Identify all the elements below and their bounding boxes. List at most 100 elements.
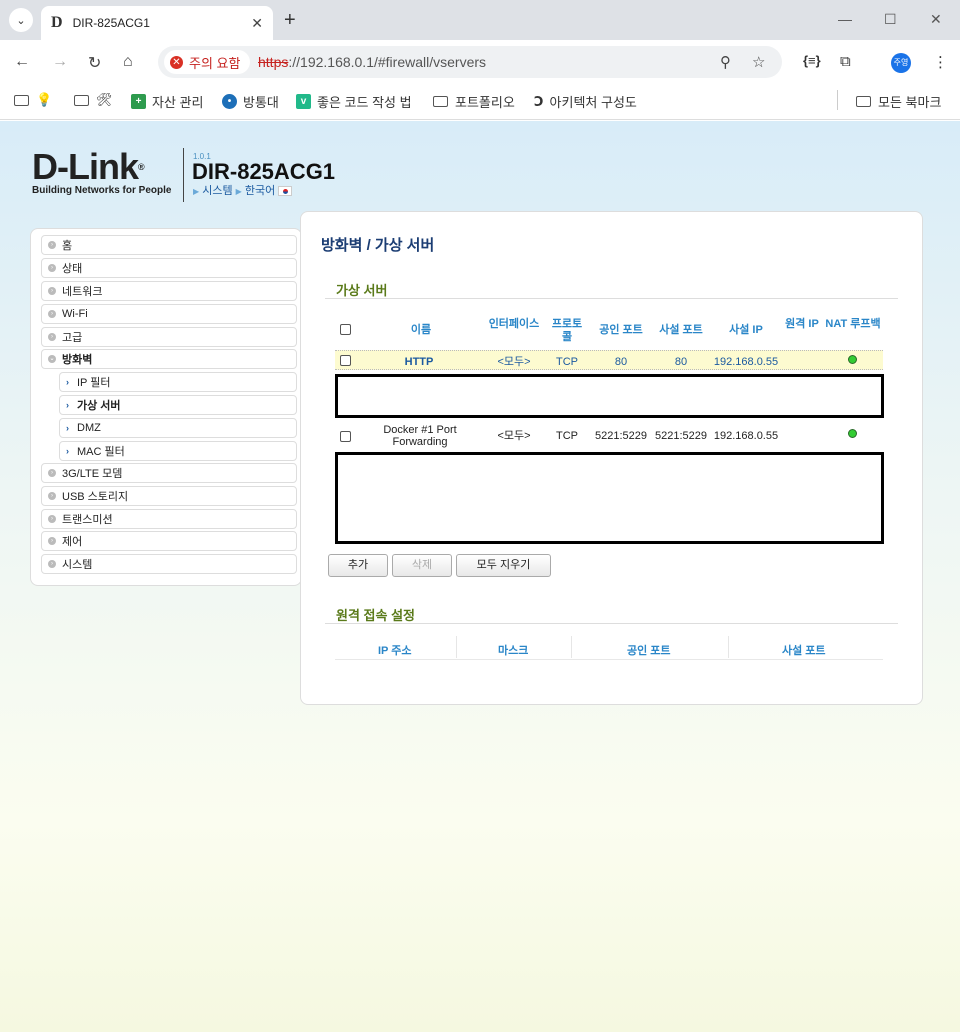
home-icon[interactable]: ⌂ xyxy=(123,53,133,71)
browser-tab[interactable]: D DIR-825ACG1 ✕ xyxy=(41,6,273,40)
browser-toolbar: ← → ↻ ⌂ ✕ 주의 요함 https://192.168.0.1/#fir… xyxy=(0,40,960,84)
bullet-icon: › xyxy=(48,492,56,500)
menu-item-transmission[interactable]: › 트랜스미션 xyxy=(41,509,297,529)
menu-item-usb[interactable]: › USB 스토리지 xyxy=(41,486,297,506)
col-header-private-port[interactable]: 사설 포트 xyxy=(652,324,710,337)
menu-item-ip-filter[interactable]: › IP 필터 xyxy=(59,372,297,392)
bookmark-label: 모든 북마크 xyxy=(878,95,942,110)
col-header-public-port[interactable]: 공인 포트 xyxy=(627,642,671,658)
minimize-icon[interactable]: — xyxy=(838,11,852,27)
bookmark-asset-mgmt[interactable]: + 자산 관리 xyxy=(131,92,203,111)
cell-interface: <모두> xyxy=(497,430,531,442)
logo-text: D-Link xyxy=(32,146,139,187)
devtools-extension-icon[interactable]: {≡} xyxy=(803,53,821,68)
back-arrow-icon[interactable]: ← xyxy=(14,53,30,71)
menu-item-firewall[interactable]: ⌄ 방화벽 xyxy=(41,349,297,369)
col-header-mask[interactable]: 마스크 xyxy=(498,642,528,658)
profile-avatar[interactable]: 주영 xyxy=(891,53,911,73)
maximize-icon[interactable]: ☐ xyxy=(884,11,897,28)
bookmark-knou[interactable]: • 방통대 xyxy=(222,92,279,111)
cell-name[interactable]: Docker #1 Port Forwarding xyxy=(377,424,463,448)
col-header-private-port[interactable]: 사설 포트 xyxy=(782,642,826,658)
bookmark-all[interactable]: 모든 북마크 xyxy=(856,92,941,111)
asset-site-icon: + xyxy=(131,94,146,109)
col-header-protocol[interactable]: 프로토콜 xyxy=(547,318,587,344)
bookmark-architecture[interactable]: Ↄ 아키텍처 구성도 xyxy=(534,92,637,111)
bullet-icon: › xyxy=(48,537,56,545)
cell-private-port: 80 xyxy=(674,356,688,368)
kebab-menu-icon[interactable]: ⋮ xyxy=(933,53,948,71)
column-divider xyxy=(571,636,572,658)
zoom-icon[interactable]: ⚲ xyxy=(720,53,731,71)
bookmark-folder-ideas[interactable]: 💡 xyxy=(14,92,52,108)
menu-item-home[interactable]: › 홈 xyxy=(41,235,297,255)
menu-item-wifi[interactable]: › Wi-Fi xyxy=(41,304,297,324)
browser-tab-strip: ⌄ D DIR-825ACG1 ✕ + — ☐ ✕ xyxy=(0,0,960,40)
chevron-right-icon: › xyxy=(66,446,69,456)
korea-flag-icon xyxy=(278,186,293,197)
menu-item-network[interactable]: › 네트워크 xyxy=(41,281,297,301)
cell-public-port: 5221:5229 xyxy=(595,430,647,442)
new-tab-button[interactable]: + xyxy=(284,9,296,32)
security-chip[interactable]: ✕ 주의 요함 xyxy=(164,50,251,74)
close-icon[interactable]: ✕ xyxy=(251,15,263,32)
bullet-icon: › xyxy=(48,241,56,249)
lightbulb-icon: 💡 xyxy=(36,92,53,107)
warning-icon: ✕ xyxy=(170,55,183,69)
bookmark-folder-portfolio[interactable]: 포트폴리오 xyxy=(433,92,515,111)
section-title-remote: 원격 접속 설정 xyxy=(336,608,415,623)
cell-protocol: TCP xyxy=(556,356,578,368)
url-rest: ://192.168.0.1/#firewall/vservers xyxy=(288,54,487,70)
reload-icon[interactable]: ↻ xyxy=(88,53,101,73)
address-bar[interactable]: ✕ 주의 요함 https://192.168.0.1/#firewall/vs… xyxy=(158,46,782,78)
delete-button[interactable]: 삭제 xyxy=(392,554,452,577)
page-title: 방화벽 / 가상 서버 xyxy=(321,237,435,254)
menu-label: 가상 서버 xyxy=(77,400,121,412)
row-checkbox[interactable] xyxy=(340,355,351,366)
menu-item-mac-filter[interactable]: › MAC 필터 xyxy=(59,441,297,461)
add-button[interactable]: 추가 xyxy=(328,554,388,577)
bookmark-good-code[interactable]: v 좋은 코드 작성 법 xyxy=(296,92,412,111)
folder-icon xyxy=(856,96,871,107)
col-header-nat-loopback[interactable]: NAT 루프백 xyxy=(825,318,881,331)
bookmark-folder-tools[interactable]: 🛠 xyxy=(74,92,113,108)
menu-item-system[interactable]: › 시스템 xyxy=(41,554,297,574)
table-row[interactable]: HTTP <모두> TCP 80 80 192.168.0.55 xyxy=(335,350,883,370)
cell-private-port: 5221:5229 xyxy=(655,430,707,442)
menu-item-advanced[interactable]: › 고급 xyxy=(41,327,297,347)
url-text[interactable]: https://192.168.0.1/#firewall/vservers xyxy=(258,54,486,70)
menu-item-dmz[interactable]: › DMZ xyxy=(59,418,297,438)
bullet-icon: › xyxy=(48,515,56,523)
row-checkbox[interactable] xyxy=(340,431,351,442)
content-panel: 방화벽 / 가상 서버 가상 서버 이름 인터페이스 프로토콜 공인 포트 사설… xyxy=(300,211,923,705)
col-header-remote-ip[interactable]: 원격 IP xyxy=(785,318,819,331)
crumb-system[interactable]: 시스템 xyxy=(202,185,232,197)
menu-label: 상태 xyxy=(62,263,83,275)
col-header-interface[interactable]: 인터페이스 xyxy=(487,318,541,331)
header-divider xyxy=(183,148,184,202)
select-all-checkbox[interactable] xyxy=(340,324,351,335)
forward-arrow-icon[interactable]: → xyxy=(52,53,68,71)
cell-interface: <모두> xyxy=(497,356,531,368)
menu-item-modem[interactable]: › 3G/LTE 모뎀 xyxy=(41,463,297,483)
redacted-box xyxy=(335,452,884,544)
folder-icon xyxy=(433,96,448,107)
section-title-vservers: 가상 서버 xyxy=(336,283,388,298)
window-close-icon[interactable]: ✕ xyxy=(930,11,942,28)
col-header-name[interactable]: 이름 xyxy=(391,324,451,337)
tab-search-button[interactable]: ⌄ xyxy=(9,8,33,32)
menu-item-virtual-servers[interactable]: › 가상 서버 xyxy=(59,395,297,415)
menu-label: 트랜스미션 xyxy=(62,514,113,526)
col-header-ip[interactable]: IP 주소 xyxy=(378,642,412,658)
menu-item-status[interactable]: › 상태 xyxy=(41,258,297,278)
star-icon[interactable]: ☆ xyxy=(752,53,765,71)
redacted-box xyxy=(335,374,884,418)
clear-all-button[interactable]: 모두 지우기 xyxy=(456,554,551,577)
menu-item-control[interactable]: › 제어 xyxy=(41,531,297,551)
puzzle-extensions-icon[interactable]: ⧉ xyxy=(840,53,851,70)
crumb-language[interactable]: 한국어 xyxy=(245,185,275,197)
bullet-icon: › xyxy=(48,310,56,318)
col-header-public-port[interactable]: 공인 포트 xyxy=(592,324,650,337)
router-page: D-Link® Building Networks for People 1.0… xyxy=(0,121,960,1032)
col-header-private-ip[interactable]: 사설 IP xyxy=(713,324,779,337)
